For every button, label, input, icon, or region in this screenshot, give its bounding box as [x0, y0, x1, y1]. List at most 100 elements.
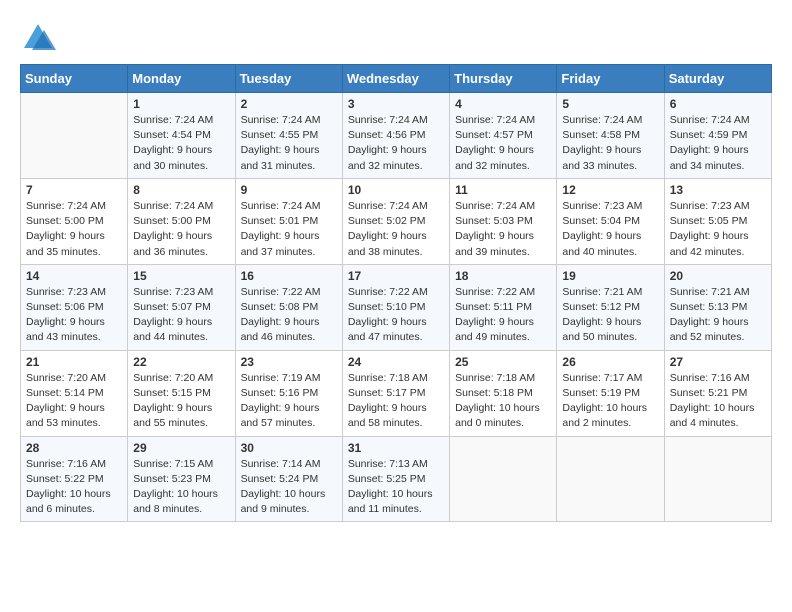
sunrise-text: Sunrise: 7:24 AM [562, 114, 642, 126]
daylight-text: Daylight: 9 hours and 55 minutes. [133, 402, 212, 429]
day-number: 2 [241, 97, 337, 111]
day-info: Sunrise: 7:14 AM Sunset: 5:24 PM Dayligh… [241, 457, 337, 518]
daylight-text: Daylight: 9 hours and 53 minutes. [26, 402, 105, 429]
day-number: 10 [348, 183, 444, 197]
day-number: 4 [455, 97, 551, 111]
daylight-text: Daylight: 9 hours and 30 minutes. [133, 144, 212, 171]
sunrise-text: Sunrise: 7:23 AM [26, 286, 106, 298]
day-number: 28 [26, 441, 122, 455]
daylight-text: Daylight: 9 hours and 44 minutes. [133, 316, 212, 343]
daylight-text: Daylight: 9 hours and 39 minutes. [455, 230, 534, 257]
sunset-text: Sunset: 5:16 PM [241, 387, 319, 399]
sunset-text: Sunset: 5:05 PM [670, 215, 748, 227]
calendar-cell: 15 Sunrise: 7:23 AM Sunset: 5:07 PM Dayl… [128, 264, 235, 350]
day-info: Sunrise: 7:23 AM Sunset: 5:04 PM Dayligh… [562, 199, 658, 260]
daylight-text: Daylight: 9 hours and 31 minutes. [241, 144, 320, 171]
sunrise-text: Sunrise: 7:24 AM [670, 114, 750, 126]
sunrise-text: Sunrise: 7:24 AM [241, 114, 321, 126]
calendar-cell: 3 Sunrise: 7:24 AM Sunset: 4:56 PM Dayli… [342, 93, 449, 179]
sunset-text: Sunset: 5:25 PM [348, 473, 426, 485]
sunrise-text: Sunrise: 7:20 AM [133, 372, 213, 384]
daylight-text: Daylight: 9 hours and 52 minutes. [670, 316, 749, 343]
daylight-text: Daylight: 10 hours and 2 minutes. [562, 402, 647, 429]
sunset-text: Sunset: 5:11 PM [455, 301, 532, 313]
day-info: Sunrise: 7:13 AM Sunset: 5:25 PM Dayligh… [348, 457, 444, 518]
sunrise-text: Sunrise: 7:24 AM [241, 200, 321, 212]
day-number: 8 [133, 183, 229, 197]
day-number: 5 [562, 97, 658, 111]
calendar-cell: 8 Sunrise: 7:24 AM Sunset: 5:00 PM Dayli… [128, 178, 235, 264]
day-info: Sunrise: 7:24 AM Sunset: 4:58 PM Dayligh… [562, 113, 658, 174]
day-info: Sunrise: 7:24 AM Sunset: 5:00 PM Dayligh… [26, 199, 122, 260]
calendar-cell [664, 436, 771, 522]
day-info: Sunrise: 7:22 AM Sunset: 5:08 PM Dayligh… [241, 285, 337, 346]
day-number: 29 [133, 441, 229, 455]
sunrise-text: Sunrise: 7:23 AM [670, 200, 750, 212]
calendar-cell: 10 Sunrise: 7:24 AM Sunset: 5:02 PM Dayl… [342, 178, 449, 264]
calendar-cell [557, 436, 664, 522]
calendar-cell: 26 Sunrise: 7:17 AM Sunset: 5:19 PM Dayl… [557, 350, 664, 436]
day-info: Sunrise: 7:20 AM Sunset: 5:14 PM Dayligh… [26, 371, 122, 432]
day-info: Sunrise: 7:24 AM Sunset: 4:54 PM Dayligh… [133, 113, 229, 174]
calendar-cell: 7 Sunrise: 7:24 AM Sunset: 5:00 PM Dayli… [21, 178, 128, 264]
day-info: Sunrise: 7:22 AM Sunset: 5:10 PM Dayligh… [348, 285, 444, 346]
day-info: Sunrise: 7:24 AM Sunset: 4:55 PM Dayligh… [241, 113, 337, 174]
day-number: 16 [241, 269, 337, 283]
sunset-text: Sunset: 5:10 PM [348, 301, 426, 313]
sunset-text: Sunset: 5:08 PM [241, 301, 319, 313]
daylight-text: Daylight: 9 hours and 33 minutes. [562, 144, 641, 171]
day-info: Sunrise: 7:18 AM Sunset: 5:17 PM Dayligh… [348, 371, 444, 432]
sunset-text: Sunset: 5:22 PM [26, 473, 104, 485]
sunrise-text: Sunrise: 7:17 AM [562, 372, 642, 384]
day-info: Sunrise: 7:21 AM Sunset: 5:13 PM Dayligh… [670, 285, 766, 346]
day-of-week-header: Friday [557, 65, 664, 93]
day-of-week-header: Tuesday [235, 65, 342, 93]
sunset-text: Sunset: 5:23 PM [133, 473, 211, 485]
sunrise-text: Sunrise: 7:22 AM [348, 286, 428, 298]
day-info: Sunrise: 7:24 AM Sunset: 4:59 PM Dayligh… [670, 113, 766, 174]
daylight-text: Daylight: 9 hours and 36 minutes. [133, 230, 212, 257]
day-number: 20 [670, 269, 766, 283]
sunset-text: Sunset: 5:01 PM [241, 215, 319, 227]
sunset-text: Sunset: 5:07 PM [133, 301, 211, 313]
sunset-text: Sunset: 5:13 PM [670, 301, 748, 313]
sunrise-text: Sunrise: 7:21 AM [670, 286, 750, 298]
sunrise-text: Sunrise: 7:24 AM [26, 200, 106, 212]
day-number: 27 [670, 355, 766, 369]
calendar-cell: 21 Sunrise: 7:20 AM Sunset: 5:14 PM Dayl… [21, 350, 128, 436]
sunrise-text: Sunrise: 7:24 AM [455, 200, 535, 212]
day-info: Sunrise: 7:24 AM Sunset: 5:00 PM Dayligh… [133, 199, 229, 260]
calendar-cell: 2 Sunrise: 7:24 AM Sunset: 4:55 PM Dayli… [235, 93, 342, 179]
daylight-text: Daylight: 10 hours and 8 minutes. [133, 488, 218, 515]
daylight-text: Daylight: 9 hours and 43 minutes. [26, 316, 105, 343]
day-info: Sunrise: 7:16 AM Sunset: 5:21 PM Dayligh… [670, 371, 766, 432]
daylight-text: Daylight: 9 hours and 32 minutes. [348, 144, 427, 171]
logo [20, 20, 60, 56]
sunrise-text: Sunrise: 7:24 AM [455, 114, 535, 126]
day-number: 11 [455, 183, 551, 197]
calendar-table: SundayMondayTuesdayWednesdayThursdayFrid… [20, 64, 772, 522]
sunrise-text: Sunrise: 7:18 AM [348, 372, 428, 384]
day-info: Sunrise: 7:19 AM Sunset: 5:16 PM Dayligh… [241, 371, 337, 432]
sunrise-text: Sunrise: 7:15 AM [133, 458, 213, 470]
sunset-text: Sunset: 4:55 PM [241, 129, 319, 141]
sunset-text: Sunset: 5:24 PM [241, 473, 319, 485]
day-info: Sunrise: 7:17 AM Sunset: 5:19 PM Dayligh… [562, 371, 658, 432]
calendar-cell: 9 Sunrise: 7:24 AM Sunset: 5:01 PM Dayli… [235, 178, 342, 264]
sunset-text: Sunset: 5:17 PM [348, 387, 426, 399]
day-number: 13 [670, 183, 766, 197]
calendar-cell: 30 Sunrise: 7:14 AM Sunset: 5:24 PM Dayl… [235, 436, 342, 522]
daylight-text: Daylight: 10 hours and 9 minutes. [241, 488, 326, 515]
calendar-cell: 22 Sunrise: 7:20 AM Sunset: 5:15 PM Dayl… [128, 350, 235, 436]
calendar-cell: 12 Sunrise: 7:23 AM Sunset: 5:04 PM Dayl… [557, 178, 664, 264]
daylight-text: Daylight: 9 hours and 34 minutes. [670, 144, 749, 171]
sunrise-text: Sunrise: 7:22 AM [241, 286, 321, 298]
daylight-text: Daylight: 10 hours and 11 minutes. [348, 488, 433, 515]
calendar-cell: 29 Sunrise: 7:15 AM Sunset: 5:23 PM Dayl… [128, 436, 235, 522]
daylight-text: Daylight: 10 hours and 4 minutes. [670, 402, 755, 429]
day-info: Sunrise: 7:18 AM Sunset: 5:18 PM Dayligh… [455, 371, 551, 432]
day-number: 25 [455, 355, 551, 369]
sunset-text: Sunset: 4:57 PM [455, 129, 533, 141]
calendar-header-row: SundayMondayTuesdayWednesdayThursdayFrid… [21, 65, 772, 93]
sunset-text: Sunset: 5:18 PM [455, 387, 533, 399]
